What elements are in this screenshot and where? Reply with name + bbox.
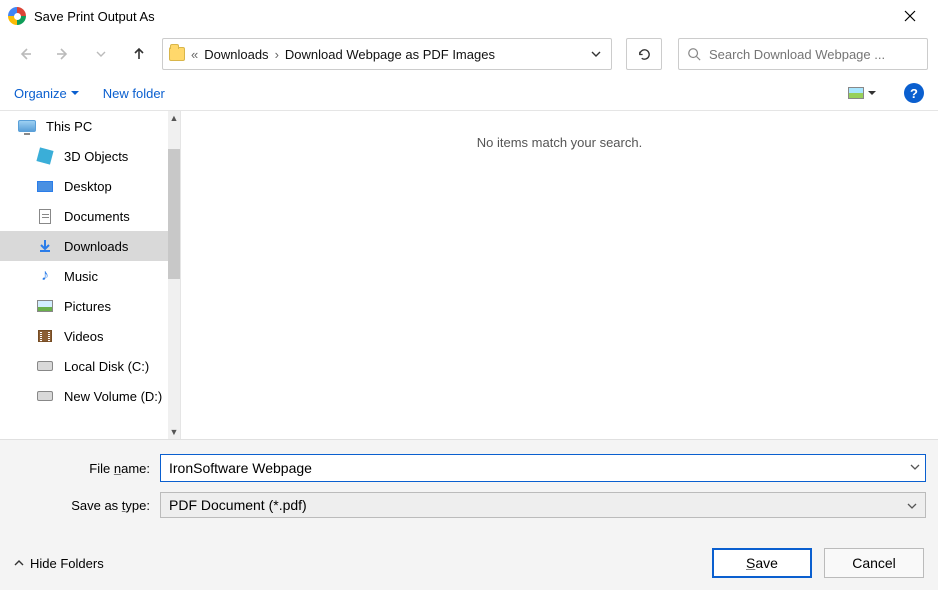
nav-row: « Downloads › Download Webpage as PDF Im…	[0, 32, 938, 76]
pc-icon	[18, 118, 36, 134]
filename-label: File name:	[12, 461, 160, 476]
filename-input[interactable]	[160, 454, 926, 482]
breadcrumb-bar[interactable]: « Downloads › Download Webpage as PDF Im…	[162, 38, 612, 70]
sidebar-item-downloads[interactable]: Downloads	[0, 231, 168, 261]
sidebar-item-documents[interactable]: Documents	[0, 201, 168, 231]
save-as-type-label: Save as type:	[12, 498, 160, 513]
breadcrumb-dropdown[interactable]	[587, 47, 605, 62]
3d-icon	[36, 148, 54, 164]
footer: Hide Folders Save Cancel	[0, 530, 938, 590]
sidebar-item-label: Downloads	[64, 239, 128, 254]
disk-icon	[36, 358, 54, 374]
recent-locations-button[interactable]	[86, 39, 116, 69]
organize-label: Organize	[14, 86, 67, 101]
sidebar-item-label: Local Disk (C:)	[64, 359, 149, 374]
music-icon: ♪	[36, 268, 54, 284]
sidebar-item-label: Documents	[64, 209, 130, 224]
folder-icon	[169, 47, 185, 61]
cancel-button[interactable]: Cancel	[824, 548, 924, 578]
sidebar-item-desktop[interactable]: Desktop	[0, 171, 168, 201]
sidebar-item-3d-objects[interactable]: 3D Objects	[0, 141, 168, 171]
new-folder-label: New folder	[103, 86, 165, 101]
up-button[interactable]	[124, 39, 154, 69]
breadcrumb-item-0[interactable]: Downloads	[204, 47, 268, 62]
file-list-area[interactable]: No items match your search.	[180, 111, 938, 439]
chevron-down-icon	[96, 49, 106, 59]
breadcrumb-separator: ›	[275, 47, 279, 62]
sidebar-item-label: Videos	[64, 329, 104, 344]
sidebar-item-new-volume-d-[interactable]: New Volume (D:)	[0, 381, 168, 411]
caret-down-icon	[868, 89, 876, 97]
back-button[interactable]	[10, 39, 40, 69]
search-icon	[687, 47, 701, 61]
scroll-down-arrow[interactable]: ▼	[168, 425, 180, 439]
breadcrumb-history-chevron[interactable]: «	[191, 47, 198, 62]
save-as-type-value: PDF Document (*.pdf)	[169, 497, 307, 513]
sidebar-item-pictures[interactable]: Pictures	[0, 291, 168, 321]
sidebar-item-label: New Volume (D:)	[64, 389, 162, 404]
vid-icon	[36, 328, 54, 344]
disk-icon	[36, 388, 54, 404]
search-input[interactable]	[709, 47, 919, 62]
chevron-down-icon	[907, 498, 917, 514]
close-icon	[904, 10, 916, 22]
arrow-right-icon	[55, 46, 71, 62]
sidebar: This PC 3D Objects Desktop Documents Downloa…	[0, 111, 180, 439]
sidebar-item-label: Desktop	[64, 179, 112, 194]
desktop-icon	[36, 178, 54, 194]
empty-message: No items match your search.	[477, 135, 642, 150]
hide-folders-button[interactable]: Hide Folders	[14, 556, 104, 571]
sidebar-item-music[interactable]: ♪ Music	[0, 261, 168, 291]
sidebar-item-label: Pictures	[64, 299, 111, 314]
sidebar-item-this-pc[interactable]: This PC	[0, 111, 168, 141]
scrollbar-thumb[interactable]	[168, 149, 180, 279]
chevron-up-icon	[14, 558, 24, 568]
scroll-up-arrow[interactable]: ▲	[168, 111, 180, 125]
refresh-button[interactable]	[626, 38, 662, 70]
organize-button[interactable]: Organize	[14, 86, 79, 101]
save-button[interactable]: Save	[712, 548, 812, 578]
dl-icon	[36, 238, 54, 254]
forward-button[interactable]	[48, 39, 78, 69]
breadcrumb-item-1[interactable]: Download Webpage as PDF Images	[285, 47, 495, 62]
save-as-type-select[interactable]: PDF Document (*.pdf)	[160, 492, 926, 518]
arrow-up-icon	[131, 46, 147, 62]
window-title: Save Print Output As	[34, 9, 890, 24]
arrow-left-icon	[17, 46, 33, 62]
save-form: File name: Save as type: PDF Document (*…	[0, 439, 938, 530]
image-view-icon	[848, 87, 864, 99]
hide-folders-label: Hide Folders	[30, 556, 104, 571]
close-button[interactable]	[890, 2, 930, 30]
help-button[interactable]: ?	[904, 83, 924, 103]
titlebar: Save Print Output As	[0, 0, 938, 32]
main-area: This PC 3D Objects Desktop Documents Downloa…	[0, 110, 938, 439]
cancel-label: Cancel	[852, 555, 896, 571]
sidebar-item-videos[interactable]: Videos	[0, 321, 168, 351]
sidebar-item-label: 3D Objects	[64, 149, 128, 164]
pic-icon	[36, 298, 54, 314]
search-box[interactable]	[678, 38, 928, 70]
sidebar-item-label: Music	[64, 269, 98, 284]
chrome-icon	[8, 7, 26, 25]
caret-down-icon	[71, 89, 79, 97]
refresh-icon	[637, 47, 652, 62]
view-options-button[interactable]	[844, 85, 880, 101]
sidebar-item-label: This PC	[46, 119, 92, 134]
toolbar: Organize New folder ?	[0, 76, 938, 110]
doc-icon	[36, 208, 54, 224]
new-folder-button[interactable]: New folder	[103, 86, 165, 101]
sidebar-item-local-disk-c-[interactable]: Local Disk (C:)	[0, 351, 168, 381]
chevron-down-icon	[591, 49, 601, 59]
